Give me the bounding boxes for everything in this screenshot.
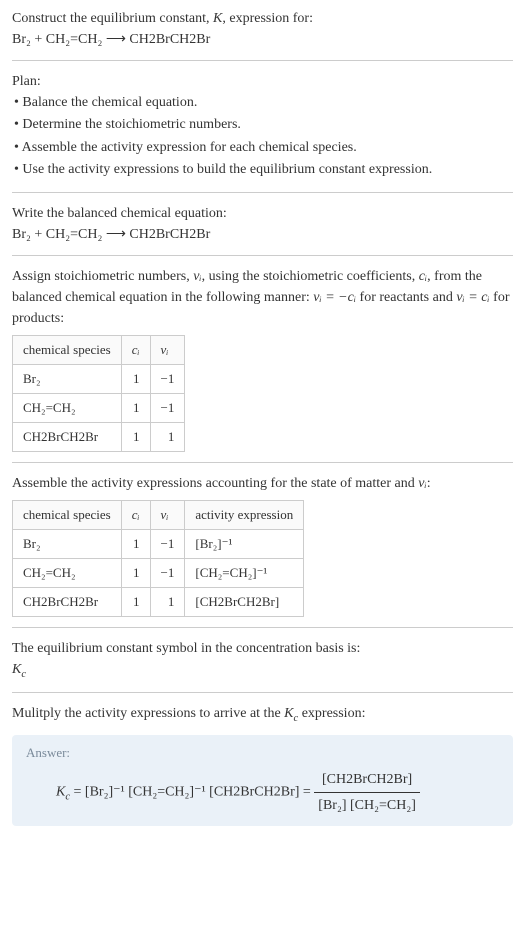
intro-prefix: Construct the equilibrium constant, bbox=[12, 11, 213, 26]
plan-list: Balance the chemical equation. Determine… bbox=[12, 92, 513, 182]
assign-text: Assign stoichiometric numbers, νᵢ, using… bbox=[12, 266, 513, 329]
cell-species: CH₂=CH₂ bbox=[13, 393, 122, 422]
multiply-K: K bbox=[284, 706, 293, 721]
cell-activity: [Br₂]⁻¹ bbox=[185, 529, 304, 558]
intro-suffix: , expression for: bbox=[222, 11, 313, 26]
divider bbox=[12, 462, 513, 463]
assign-t1: Assign stoichiometric numbers, bbox=[12, 269, 193, 284]
assign-rule1: νᵢ = −cᵢ bbox=[313, 290, 356, 305]
cell-species: Br₂ bbox=[13, 529, 122, 558]
plan-item: Balance the chemical equation. bbox=[14, 92, 513, 114]
assign-t2: , using the stoichiometric coefficients, bbox=[202, 269, 419, 284]
symbol-text: The equilibrium constant symbol in the c… bbox=[12, 638, 513, 659]
col-header: cᵢ bbox=[121, 335, 150, 364]
cell-nu: 1 bbox=[150, 587, 185, 616]
intro-text: Construct the equilibrium constant, K, e… bbox=[12, 8, 513, 29]
plan-section: Plan: Balance the chemical equation. Det… bbox=[12, 71, 513, 182]
divider bbox=[12, 192, 513, 193]
cell-species: CH2BrCH2Br bbox=[13, 422, 122, 451]
plan-item: Determine the stoichiometric numbers. bbox=[14, 114, 513, 136]
table-row: CH2BrCH2Br 1 1 bbox=[13, 422, 185, 451]
assemble-nu: νᵢ bbox=[418, 476, 426, 491]
balanced-header: Write the balanced chemical equation: bbox=[12, 203, 513, 224]
answer-eq: = [Br₂]⁻¹ [CH₂=CH₂]⁻¹ [CH2BrCH2Br] = bbox=[70, 784, 314, 799]
cell-c: 1 bbox=[121, 364, 150, 393]
assemble-section: Assemble the activity expressions accoun… bbox=[12, 473, 513, 617]
assign-nu: νᵢ bbox=[193, 269, 201, 284]
answer-expression: Kc = [Br₂]⁻¹ [CH₂=CH₂]⁻¹ [CH2BrCH2Br] = … bbox=[26, 769, 499, 816]
cell-species: CH2BrCH2Br bbox=[13, 587, 122, 616]
assign-section: Assign stoichiometric numbers, νᵢ, using… bbox=[12, 266, 513, 452]
col-header: νᵢ bbox=[150, 500, 185, 529]
cell-activity: [CH₂=CH₂]⁻¹ bbox=[185, 558, 304, 587]
cell-c: 1 bbox=[121, 558, 150, 587]
assemble-text: Assemble the activity expressions accoun… bbox=[12, 473, 513, 494]
cell-species: Br₂ bbox=[13, 364, 122, 393]
plan-header: Plan: bbox=[12, 71, 513, 92]
assign-rule2: νᵢ = cᵢ bbox=[456, 290, 489, 305]
divider bbox=[12, 627, 513, 628]
frac-numerator: [CH2BrCH2Br] bbox=[314, 769, 420, 793]
answer-fraction: [CH2BrCH2Br][Br₂] [CH₂=CH₂] bbox=[314, 769, 420, 816]
table-row: CH2BrCH2Br 1 1 [CH2BrCH2Br] bbox=[13, 587, 304, 616]
balanced-section: Write the balanced chemical equation: Br… bbox=[12, 203, 513, 245]
col-header: activity expression bbox=[185, 500, 304, 529]
cell-nu: −1 bbox=[150, 529, 185, 558]
intro-K: K bbox=[213, 11, 222, 26]
intro-reaction: Br₂ + CH₂=CH₂ ⟶ CH2BrCH2Br bbox=[12, 29, 513, 50]
col-header: cᵢ bbox=[121, 500, 150, 529]
answer-box: Answer: Kc = [Br₂]⁻¹ [CH₂=CH₂]⁻¹ [CH2BrC… bbox=[12, 735, 513, 826]
multiply-section: Mulitply the activity expressions to arr… bbox=[12, 703, 513, 727]
col-header: chemical species bbox=[13, 335, 122, 364]
divider bbox=[12, 255, 513, 256]
divider bbox=[12, 692, 513, 693]
answer-label: Answer: bbox=[26, 745, 499, 761]
cell-nu: −1 bbox=[150, 364, 185, 393]
assign-t4: for reactants and bbox=[356, 290, 456, 305]
assign-c: cᵢ bbox=[419, 269, 427, 284]
answer-K: K bbox=[56, 784, 65, 799]
cell-c: 1 bbox=[121, 393, 150, 422]
col-header: νᵢ bbox=[150, 335, 185, 364]
plan-item: Assemble the activity expression for eac… bbox=[14, 137, 513, 159]
cell-c: 1 bbox=[121, 587, 150, 616]
multiply-suffix: expression: bbox=[298, 706, 365, 721]
table-header-row: chemical species cᵢ νᵢ bbox=[13, 335, 185, 364]
cell-activity: [CH2BrCH2Br] bbox=[185, 587, 304, 616]
table-row: CH₂=CH₂ 1 −1 [CH₂=CH₂]⁻¹ bbox=[13, 558, 304, 587]
table-row: Br₂ 1 −1 [Br₂]⁻¹ bbox=[13, 529, 304, 558]
cell-nu: −1 bbox=[150, 558, 185, 587]
symbol-kc: Kc bbox=[12, 659, 513, 683]
cell-species: CH₂=CH₂ bbox=[13, 558, 122, 587]
stoich-table: chemical species cᵢ νᵢ Br₂ 1 −1 CH₂=CH₂ … bbox=[12, 335, 185, 452]
balanced-reaction: Br₂ + CH₂=CH₂ ⟶ CH2BrCH2Br bbox=[12, 224, 513, 245]
multiply-prefix: Mulitply the activity expressions to arr… bbox=[12, 706, 284, 721]
table-header-row: chemical species cᵢ νᵢ activity expressi… bbox=[13, 500, 304, 529]
cell-c: 1 bbox=[121, 422, 150, 451]
cell-c: 1 bbox=[121, 529, 150, 558]
kc-sub: c bbox=[21, 668, 26, 679]
table-row: CH₂=CH₂ 1 −1 bbox=[13, 393, 185, 422]
table-row: Br₂ 1 −1 bbox=[13, 364, 185, 393]
plan-item: Use the activity expressions to build th… bbox=[14, 159, 513, 181]
intro-section: Construct the equilibrium constant, K, e… bbox=[12, 8, 513, 50]
cell-nu: −1 bbox=[150, 393, 185, 422]
multiply-text: Mulitply the activity expressions to arr… bbox=[12, 703, 513, 727]
divider bbox=[12, 60, 513, 61]
col-header: chemical species bbox=[13, 500, 122, 529]
assemble-prefix: Assemble the activity expressions accoun… bbox=[12, 476, 418, 491]
activity-table: chemical species cᵢ νᵢ activity expressi… bbox=[12, 500, 304, 617]
frac-denominator: [Br₂] [CH₂=CH₂] bbox=[314, 793, 420, 816]
kc-K: K bbox=[12, 662, 21, 677]
symbol-section: The equilibrium constant symbol in the c… bbox=[12, 638, 513, 683]
assemble-suffix: : bbox=[427, 476, 431, 491]
cell-nu: 1 bbox=[150, 422, 185, 451]
